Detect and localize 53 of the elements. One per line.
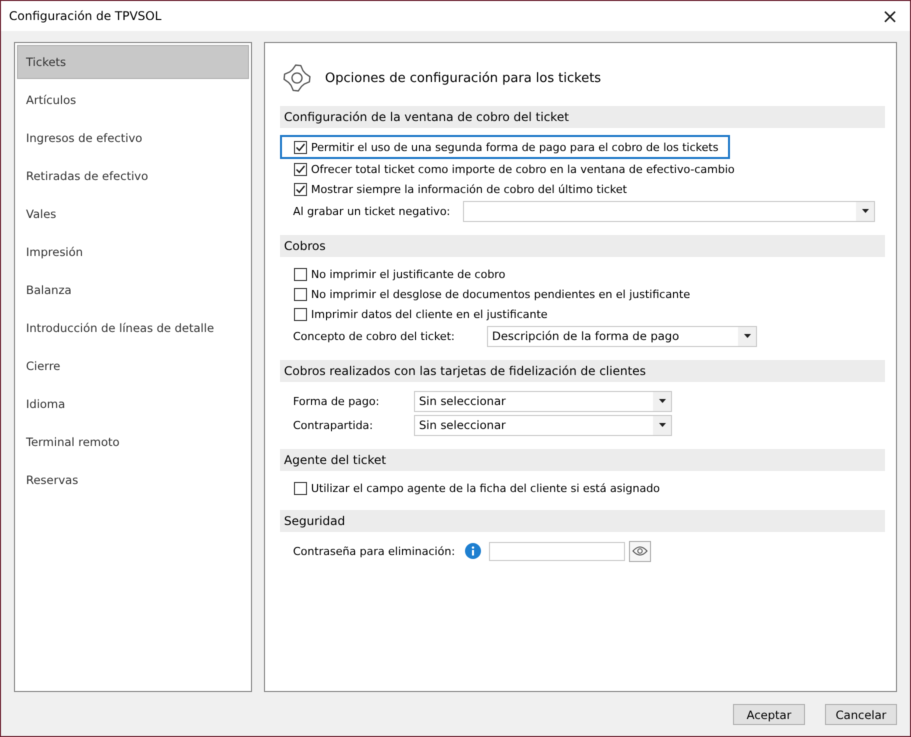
checkbox[interactable] [294, 308, 307, 320]
checkbox-label: Utilizar el campo agente de la ficha del cliente si está asignado [311, 482, 660, 494]
checkbox-label: Mostrar siempre la información de cobro del último ticket [311, 182, 627, 196]
password-field[interactable] [489, 542, 625, 560]
caret-icon [862, 209, 868, 213]
dropdown[interactable]: Sin seleccionar [414, 414, 672, 436]
checkbox-label: Imprimir datos del cliente en el justificante [311, 308, 548, 320]
checkbox[interactable] [294, 482, 307, 494]
show-password-button[interactable] [629, 540, 651, 562]
sidebar-item[interactable]: Artículos [17, 83, 249, 117]
caret-icon [658, 423, 666, 427]
caret-icon [744, 334, 750, 338]
field-label: Contrapartida: [293, 418, 374, 432]
section-header: Agente del ticket [280, 449, 885, 471]
sidebar-item[interactable]: Cierre [17, 349, 249, 383]
checkbox-label: Permitir el uso de una segunda forma de pago para el cobro de los tickets [311, 140, 718, 154]
sidebar-item[interactable]: Ingresos de efectivo [17, 121, 249, 155]
field-label: Concepto de cobro del ticket: [293, 330, 456, 342]
close-button[interactable]: × [870, 1, 910, 31]
caret-icon [658, 399, 666, 403]
section-header: Seguridad [280, 510, 885, 532]
field-label: Al grabar un ticket negativo: [293, 204, 452, 218]
sidebar-item[interactable]: Idioma [17, 387, 249, 421]
dropdown[interactable]: Sin seleccionar [414, 390, 672, 412]
checkbox-label: Ofrecer total ticket como importe de cobro en la ventana de efectivo-cambio [311, 162, 735, 176]
checkbox[interactable] [294, 288, 307, 300]
section-header: Cobros [280, 235, 885, 257]
checkbox-label: No imprimir el desglose de documentos pendientes en el justificante [311, 288, 690, 300]
info-icon [465, 543, 481, 559]
sidebar-item[interactable]: Retiradas de efectivo [17, 159, 249, 193]
checkbox-label: No imprimir el justificante de cobro [311, 268, 506, 280]
gear-icon [282, 63, 312, 93]
section-header: Cobros realizados con las tarjetas de fidelización de clientes [280, 360, 885, 382]
dialog-button[interactable]: Aceptar [733, 704, 805, 725]
checkbox[interactable] [294, 140, 307, 154]
section-header: Configuración de la ventana de cobro del ticket [280, 106, 885, 128]
window-title: Configuración de TPVSOL [9, 9, 162, 23]
field-label: Forma de pago: [293, 394, 380, 408]
sidebar-item[interactable]: Impresión [17, 235, 249, 269]
sidebar-item[interactable]: Introducción de líneas de detalle [17, 311, 249, 345]
eye-icon [632, 546, 648, 556]
sidebar-item[interactable]: Tickets [17, 45, 249, 79]
panel-title: Opciones de configuración para los tickets [325, 70, 602, 86]
sidebar-item[interactable]: Vales [17, 197, 249, 231]
dialog-button[interactable]: Cancelar [825, 704, 897, 725]
sidebar-item[interactable]: Balanza [17, 273, 249, 307]
dropdown[interactable]: Descripción de la forma de pago [487, 326, 757, 346]
checkbox[interactable] [294, 268, 307, 280]
checkbox[interactable] [294, 162, 307, 176]
sidebar-item[interactable]: Terminal remoto [17, 425, 249, 459]
checkbox[interactable] [294, 182, 307, 196]
sidebar-item[interactable]: Reservas [17, 463, 249, 497]
field-label: Contraseña para eliminación: [293, 544, 456, 558]
